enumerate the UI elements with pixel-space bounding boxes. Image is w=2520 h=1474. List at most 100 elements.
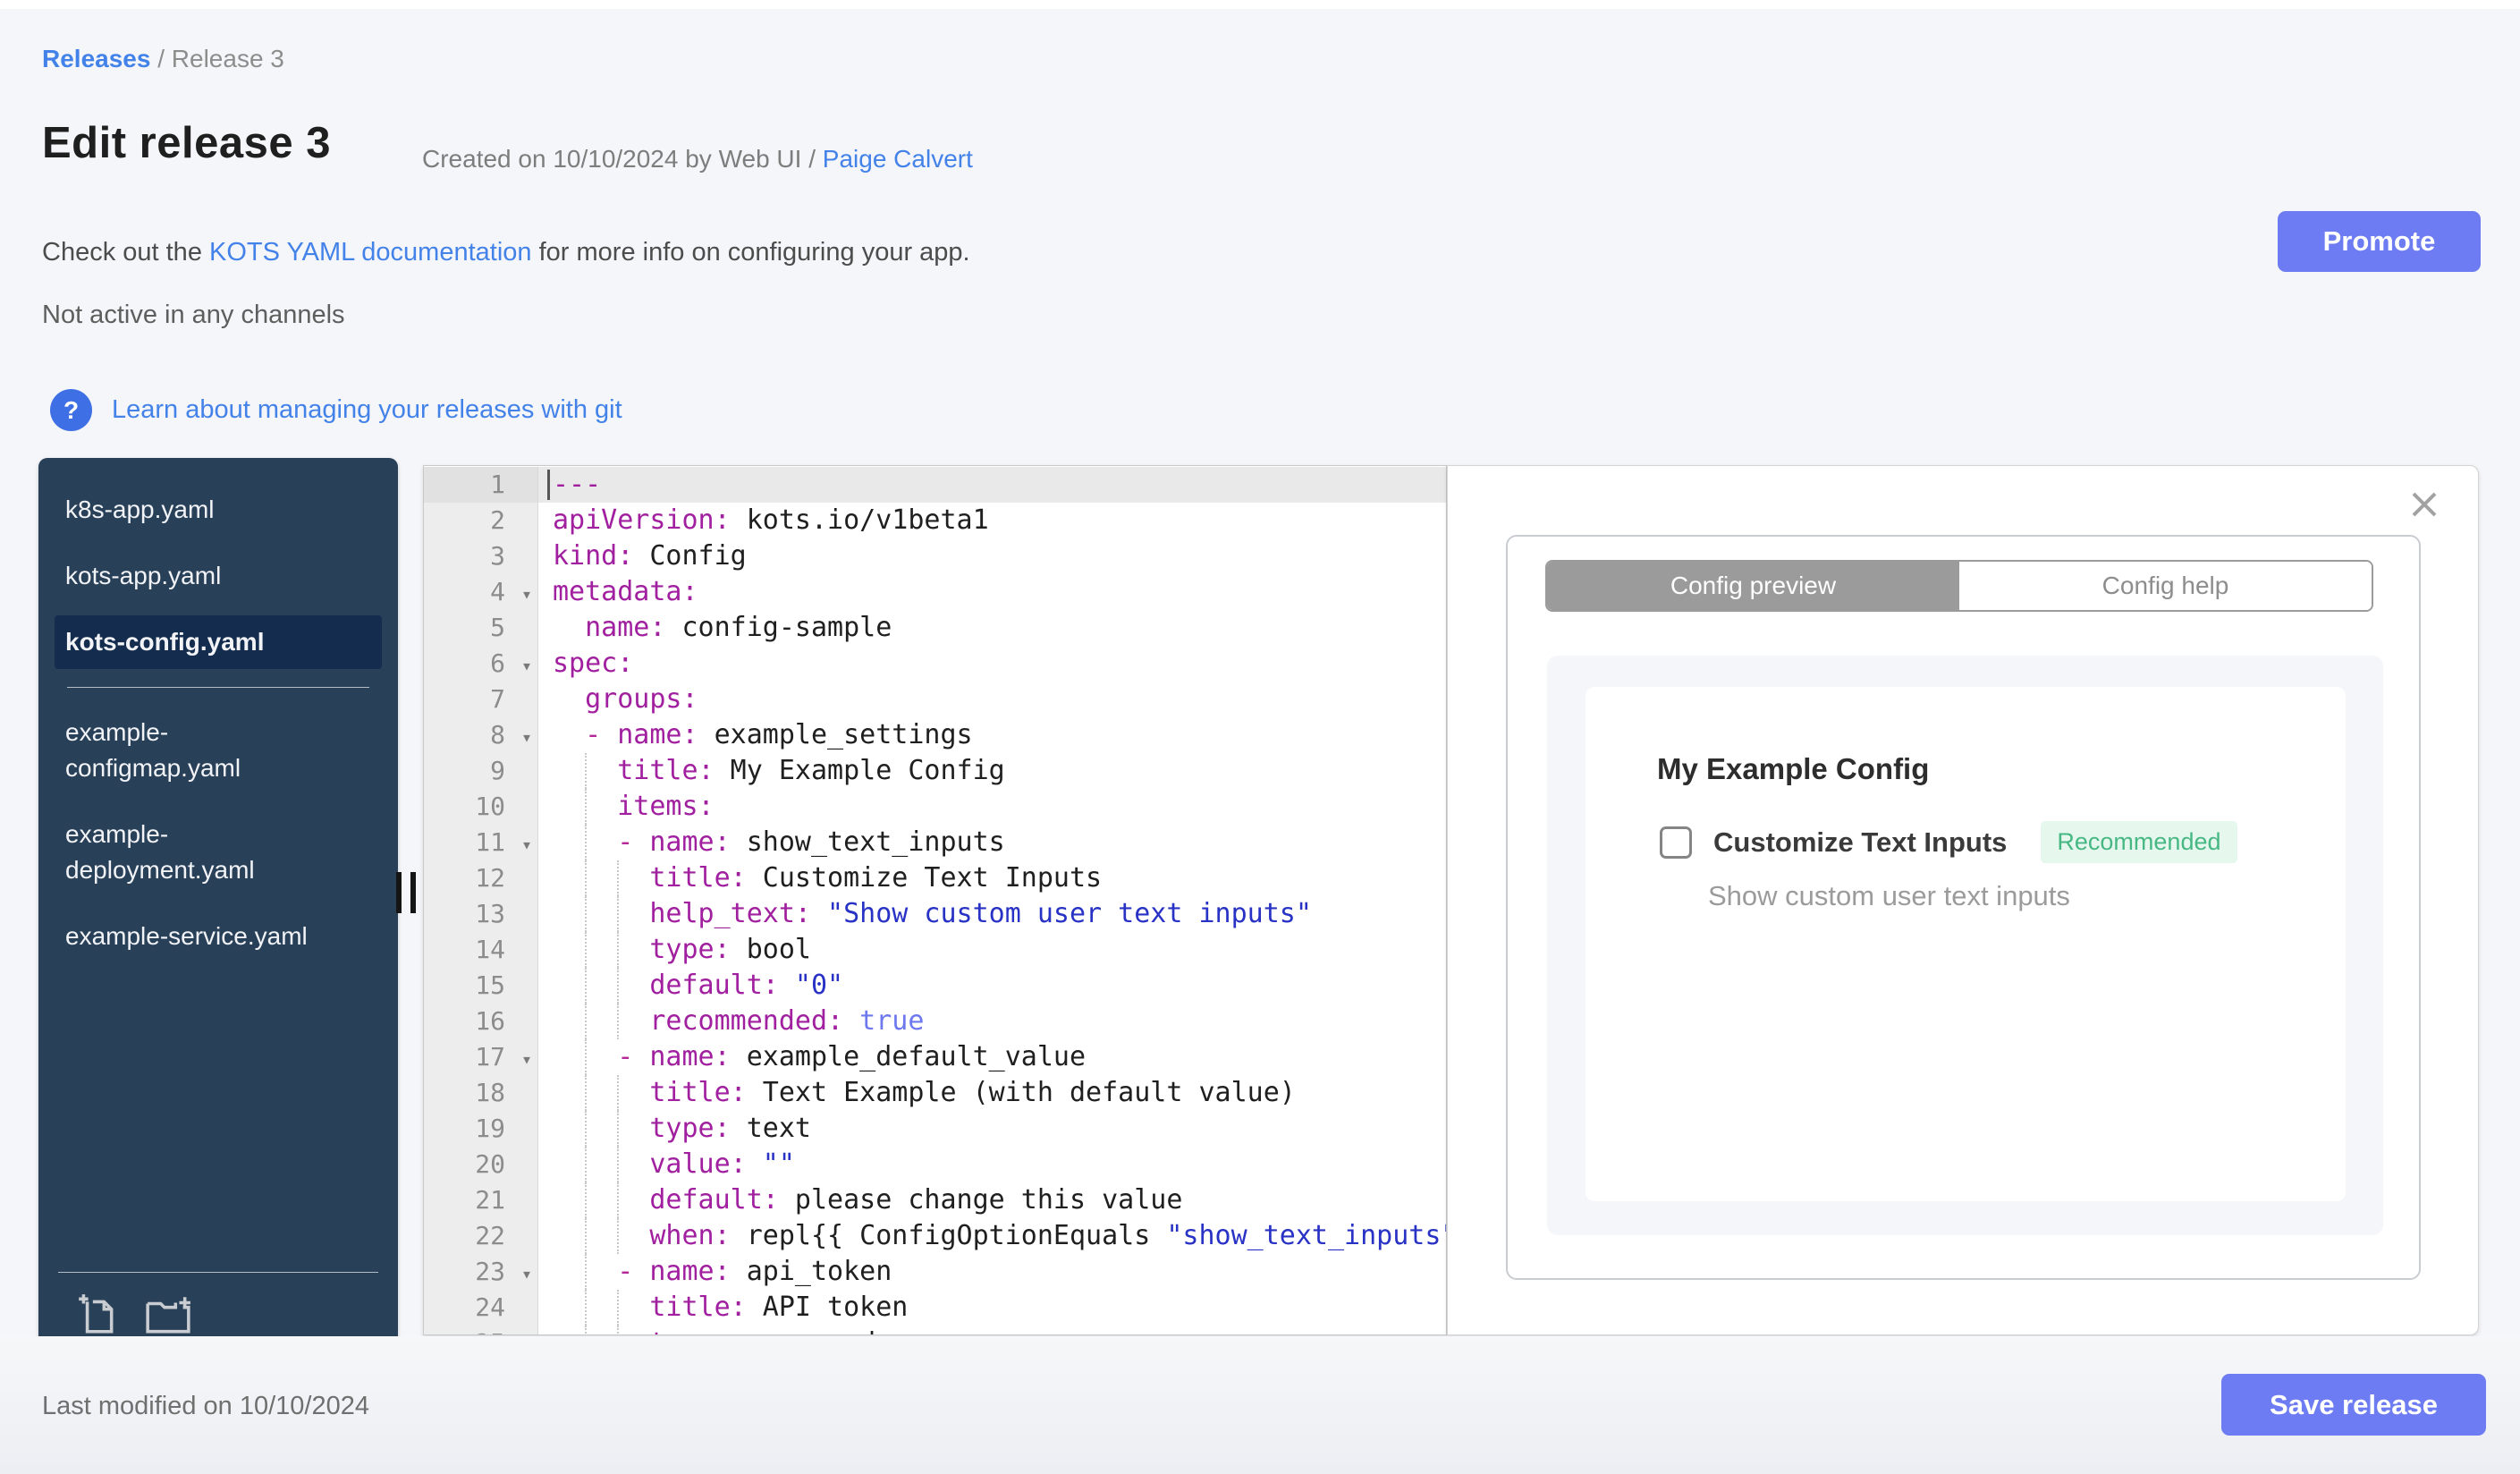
file-name-label: kots-config.yaml <box>65 628 265 656</box>
line-number: 25 <box>424 1326 537 1334</box>
file-sidebar: k8s-app.yaml kots-app.yaml kots-config.yam… <box>38 458 398 1352</box>
config-checkbox[interactable] <box>1660 826 1692 859</box>
indent-guide <box>617 1075 620 1111</box>
code-line[interactable]: title: Text Example (with default value) <box>538 1075 1446 1111</box>
recommended-badge: Recommended <box>2041 821 2237 863</box>
token-plain: show_text_inputs <box>730 826 1005 858</box>
token-key: name: <box>617 719 698 750</box>
code-line[interactable]: help_text: "Show custom user text inputs… <box>538 896 1446 932</box>
breadcrumb: Releases / Release 3 <box>42 45 284 73</box>
token-key: default: <box>649 970 779 1001</box>
fold-arrow-icon[interactable]: ▾ <box>521 576 532 612</box>
close-icon[interactable] <box>2406 487 2442 522</box>
token-key: default: <box>649 1184 779 1216</box>
token-key: type: <box>649 1113 731 1144</box>
indent-guide <box>617 1218 620 1254</box>
token-plain: bool <box>730 934 811 965</box>
fold-arrow-icon[interactable]: ▾ <box>521 1041 532 1077</box>
code-line[interactable]: - name: show_text_inputs <box>538 825 1446 860</box>
code-line[interactable]: - name: example_settings <box>538 717 1446 753</box>
breadcrumb-separator: / <box>150 45 172 72</box>
docs-link[interactable]: KOTS YAML documentation <box>209 238 532 267</box>
code-line[interactable]: type: password <box>538 1326 1446 1334</box>
line-number: 18 <box>475 1078 505 1107</box>
token-dash: - <box>585 719 618 750</box>
new-folder-icon[interactable] <box>144 1292 192 1337</box>
sidebar-item-kots-config-yaml[interactable]: kots-config.yaml <box>55 615 382 669</box>
new-file-icon[interactable] <box>74 1292 119 1337</box>
token-plain: API token <box>746 1292 909 1323</box>
line-number: 19 <box>475 1114 505 1143</box>
indent-guide <box>617 896 620 932</box>
tab-config-help[interactable]: Config help <box>1959 562 2372 610</box>
config-group-title: My Example Config <box>1657 752 1930 785</box>
fold-arrow-icon[interactable]: ▾ <box>521 826 532 862</box>
save-release-button[interactable]: Save release <box>2221 1374 2486 1436</box>
fold-arrow-icon[interactable]: ▾ <box>521 1256 532 1292</box>
docs-text: Check out the KOTS YAML documentation fo… <box>42 238 970 267</box>
code-line[interactable]: type: text <box>538 1111 1446 1147</box>
sidebar-item-example-deployment-yaml[interactable]: example-deployment.yaml <box>55 808 382 897</box>
indent-guide <box>617 1326 620 1334</box>
tab-config-preview[interactable]: Config preview <box>1547 562 1959 610</box>
config-item-label[interactable]: Customize Text Inputs <box>1713 826 2007 859</box>
code-line[interactable]: title: API token <box>538 1290 1446 1326</box>
status-text: Not active in any channels <box>42 301 345 329</box>
token-key: title: <box>649 862 747 894</box>
code-line[interactable]: kind: Config <box>538 538 1446 574</box>
line-number: 20 <box>475 1149 505 1179</box>
created-text: Created on 10/10/2024 by Web UI / Paige … <box>422 145 973 174</box>
indent-guide <box>585 1290 588 1326</box>
editor-code-area[interactable]: --- apiVersion: kots.io/v1beta1 kind: Conf… <box>538 467 1446 1334</box>
code-line[interactable]: default: "0" <box>538 968 1446 1004</box>
fold-arrow-icon[interactable]: ▾ <box>521 648 532 683</box>
token-key: type: <box>649 1327 730 1334</box>
code-line[interactable]: groups: <box>538 682 1446 717</box>
indent-guide <box>585 968 588 1004</box>
token-string: "0" <box>794 970 844 1001</box>
sidebar-item-example-service-yaml[interactable]: example-service.yaml <box>55 910 382 963</box>
resize-handle-left[interactable] <box>396 872 419 913</box>
code-line[interactable]: items: <box>538 789 1446 825</box>
line-number: 13 <box>475 899 505 928</box>
file-list: k8s-app.yaml kots-app.yaml kots-config.yam… <box>38 483 398 963</box>
code-editor[interactable]: 1 2 3 4 ▾ 5 6 ▾ 7 8 ▾ 9 10 11 ▾ 12 13 14 15 16 17 ▾ 18 19 20 21 22… <box>423 465 1447 1335</box>
fold-arrow-icon[interactable]: ▾ <box>521 719 532 755</box>
promote-button[interactable]: Promote <box>2278 211 2481 272</box>
code-line[interactable]: - name: example_default_value <box>538 1039 1446 1075</box>
docs-post: for more info on configuring your app. <box>531 238 970 267</box>
code-line[interactable]: metadata: <box>538 574 1446 610</box>
config-item-help: Show custom user text inputs <box>1708 880 2070 911</box>
indent-guide <box>585 896 588 932</box>
token-plain: kots.io/v1beta1 <box>730 504 989 536</box>
code-line[interactable]: type: bool <box>538 932 1446 968</box>
token-key: name: <box>649 1041 731 1072</box>
token-key: apiVersion: <box>553 504 731 536</box>
created-prefix: Created on 10/10/2024 by Web UI / <box>422 145 823 173</box>
author-link[interactable]: Paige Calvert <box>823 145 973 173</box>
code-line[interactable]: title: My Example Config <box>538 753 1446 789</box>
code-line[interactable]: recommended: true <box>538 1004 1446 1039</box>
sidebar-item-kots-app-yaml[interactable]: kots-app.yaml <box>55 549 382 603</box>
sidebar-item-example-configmap-yaml[interactable]: example-configmap.yaml <box>55 706 382 795</box>
token-plain: example_settings <box>698 719 973 750</box>
learn-git-link[interactable]: Learn about managing your releases with … <box>112 395 622 425</box>
indent-guide <box>585 932 588 968</box>
code-line[interactable]: name: config-sample <box>538 610 1446 646</box>
code-line[interactable]: default: please change this value <box>538 1182 1446 1218</box>
page-title: Edit release 3 <box>42 119 331 167</box>
token-key: recommended: <box>649 1005 844 1037</box>
code-line[interactable]: when: repl{{ ConfigOptionEquals "show_te… <box>538 1218 1446 1254</box>
token-key: groups: <box>585 683 698 715</box>
code-line[interactable]: apiVersion: kots.io/v1beta1 <box>538 503 1446 538</box>
code-line[interactable]: value: "" <box>538 1147 1446 1182</box>
code-line[interactable]: - name: api_token <box>538 1254 1446 1290</box>
sidebar-item-k8s-app-yaml[interactable]: k8s-app.yaml <box>55 483 382 537</box>
file-name-label: example-configmap.yaml <box>65 718 241 782</box>
code-line[interactable]: title: Customize Text Inputs <box>538 860 1446 896</box>
token-plain: repl{{ ConfigOptionEquals <box>730 1220 1167 1251</box>
tab-group: Config preview Config help <box>1545 560 2373 612</box>
breadcrumb-link-releases[interactable]: Releases <box>42 45 150 72</box>
code-line[interactable]: --- <box>538 467 1446 503</box>
code-line[interactable]: spec: <box>538 646 1446 682</box>
